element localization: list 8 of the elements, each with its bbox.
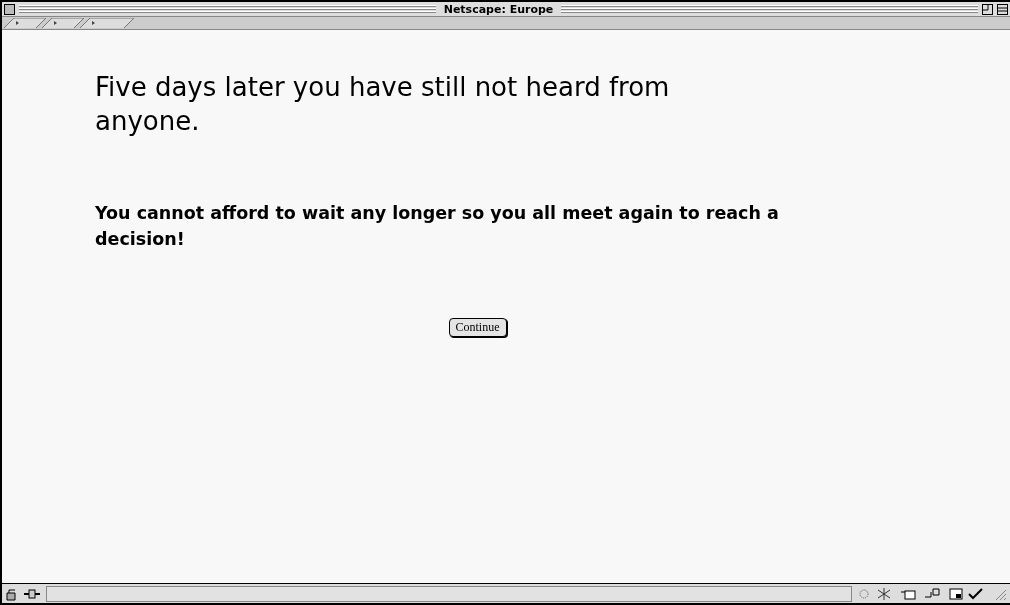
window-title: Netscape: Europe — [442, 2, 555, 16]
continue-button[interactable]: Continue — [448, 318, 507, 337]
heading: Five days later you have still not heard from anyone. — [95, 71, 671, 138]
connection-plug-icon[interactable] — [24, 586, 42, 601]
collapse-box-icon[interactable] — [997, 3, 1008, 15]
close-box-icon[interactable] — [4, 3, 15, 15]
message-text: You cannot afford to wait any longer so you all meet again to reach a decision! — [95, 202, 780, 251]
zoom-box-icon[interactable] — [982, 3, 993, 15]
